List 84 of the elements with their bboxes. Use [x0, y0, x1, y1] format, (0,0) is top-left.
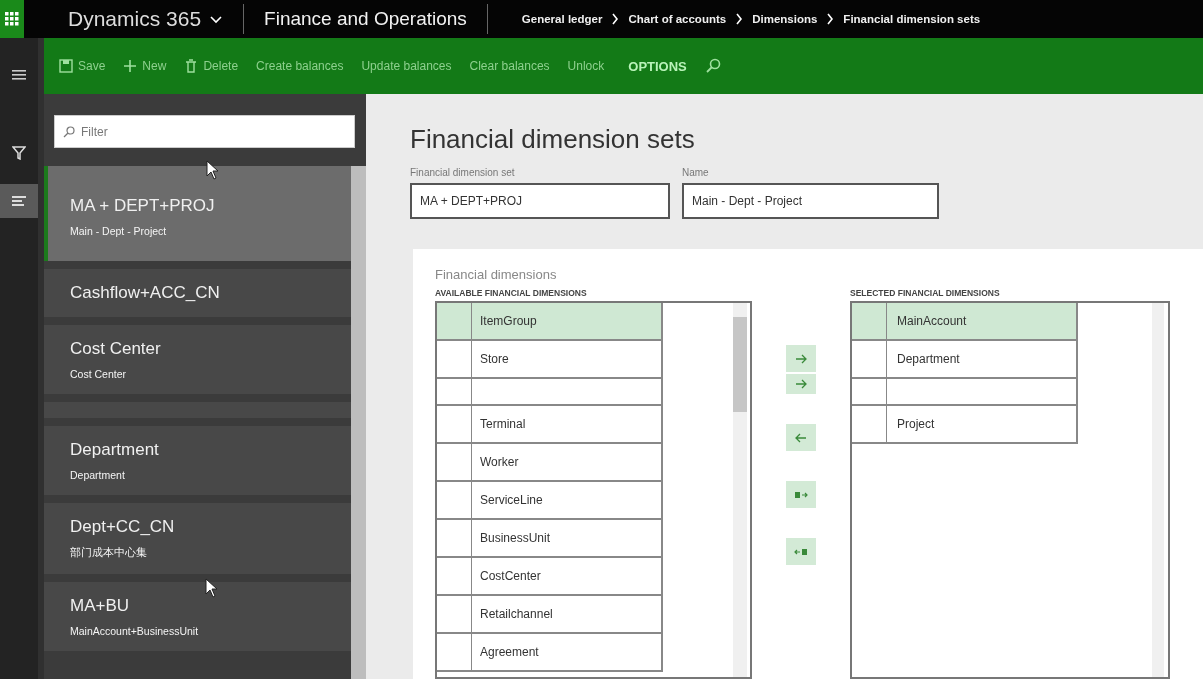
item-title: MA+BU: [70, 596, 131, 616]
list-row[interactable]: Retailchannel: [437, 596, 663, 634]
section-title: Financial dimensions: [435, 267, 558, 282]
field-label: Financial dimension set: [410, 167, 516, 178]
chevron-right-icon: [826, 13, 835, 25]
app-launcher-button[interactable]: [0, 0, 24, 38]
waffle-icon: [5, 12, 19, 26]
list-row[interactable]: [852, 379, 1078, 406]
breadcrumb-link[interactable]: Dimensions: [752, 13, 818, 25]
row-name: MainAccount: [897, 314, 967, 328]
row-name: Department: [897, 352, 960, 366]
list-item[interactable]: MA+BU MainAccount+BusinessUnit: [44, 582, 351, 651]
list-row[interactable]: ItemGroup: [437, 303, 663, 341]
chevron-right-icon: [611, 13, 620, 25]
list-item[interactable]: Cost Center Cost Center: [44, 325, 351, 394]
remove-all-button[interactable]: [786, 538, 816, 565]
chevron-down-icon: [209, 15, 224, 25]
breadcrumb-link[interactable]: General ledger: [521, 13, 603, 25]
list-item[interactable]: Cashflow+ACC_CN: [44, 269, 351, 317]
arrow-right-icon: [794, 377, 808, 391]
list-header: SELECTED FINANCIAL DIMENSIONS: [850, 288, 1001, 298]
save-icon: [59, 59, 73, 73]
list-row[interactable]: Store: [437, 341, 663, 379]
row-name: Agreement: [480, 645, 539, 659]
list-item[interactable]: Department Department: [44, 426, 351, 495]
trash-icon: [184, 59, 199, 73]
list-row[interactable]: Project: [852, 406, 1078, 444]
list-item[interactable]: MA + DEPT+PROJ Main - Dept - Project: [44, 166, 351, 261]
list-row[interactable]: Agreement: [437, 634, 663, 672]
search-icon: [704, 58, 721, 74]
list-row[interactable]: Department: [852, 341, 1078, 379]
row-name: Retailchannel: [480, 607, 553, 621]
chevron-right-icon: [735, 13, 744, 25]
list-row[interactable]: Terminal: [437, 406, 663, 444]
item-subtitle: Department: [70, 469, 126, 481]
app-name-menu[interactable]: Dynamics 365: [68, 7, 224, 31]
breadcrumb-link[interactable]: Chart of accounts: [628, 13, 727, 25]
field-label: Name: [682, 167, 710, 178]
item-title: Dept+CC_CN: [70, 517, 176, 537]
row-name: BusinessUnit: [480, 531, 551, 545]
list-icon: [12, 196, 26, 206]
item-subtitle: Main - Dept - Project: [70, 225, 168, 237]
item-title: MA + DEPT+PROJ: [70, 196, 216, 216]
text-field[interactable]: MA + DEPT+PROJ: [410, 183, 670, 219]
plus-icon: [123, 59, 138, 73]
item-subtitle: 部门成本中心集: [70, 546, 148, 560]
filter-field[interactable]: Filter: [54, 115, 355, 148]
list-header: AVAILABLE FINANCIAL DIMENSIONS: [435, 288, 588, 298]
row-name: Project: [897, 417, 935, 431]
list-row[interactable]: ServiceLine: [437, 482, 663, 520]
list-row[interactable]: [437, 379, 663, 406]
product-name: Finance and Operations: [264, 8, 467, 30]
list-row[interactable]: MainAccount: [852, 303, 1078, 341]
row-name: Terminal: [480, 417, 526, 431]
menu-icon: [12, 69, 26, 81]
list-item[interactable]: Dept+CC_CN 部门成本中心集: [44, 503, 351, 574]
add-all-button[interactable]: [786, 481, 816, 508]
row-name: ServiceLine: [480, 493, 543, 507]
item-subtitle: MainAccount+BusinessUnit: [70, 625, 200, 637]
scrollbar[interactable]: [733, 303, 747, 677]
list-row[interactable]: CostCenter: [437, 558, 663, 596]
row-name: Worker: [480, 455, 519, 469]
cursor-icon: [205, 578, 219, 598]
item-title: Cashflow+ACC_CN: [70, 283, 221, 303]
filter-icon: [12, 146, 26, 160]
list-row[interactable]: Worker: [437, 444, 663, 482]
item-title: Department: [70, 440, 160, 460]
item-subtitle: Cost Center: [70, 368, 128, 380]
scrollbar[interactable]: [351, 166, 366, 679]
row-name: ItemGroup: [480, 314, 537, 328]
row-name: CostCenter: [480, 569, 541, 583]
text-field[interactable]: Main - Dept - Project: [682, 183, 939, 219]
add-button[interactable]: [786, 345, 816, 372]
scrollbar[interactable]: [1152, 303, 1164, 677]
item-title: Cost Center: [70, 339, 162, 359]
breadcrumb-link[interactable]: Financial dimension sets: [843, 13, 981, 25]
list-row[interactable]: BusinessUnit: [437, 520, 663, 558]
add-button[interactable]: [786, 374, 816, 394]
list-view-button[interactable]: [0, 184, 38, 218]
cursor-icon: [206, 160, 220, 180]
page-title: Financial dimension sets: [410, 124, 696, 155]
row-name: Store: [480, 352, 509, 366]
remove-button[interactable]: [786, 424, 816, 451]
options-tab[interactable]: OPTIONS: [621, 54, 694, 78]
